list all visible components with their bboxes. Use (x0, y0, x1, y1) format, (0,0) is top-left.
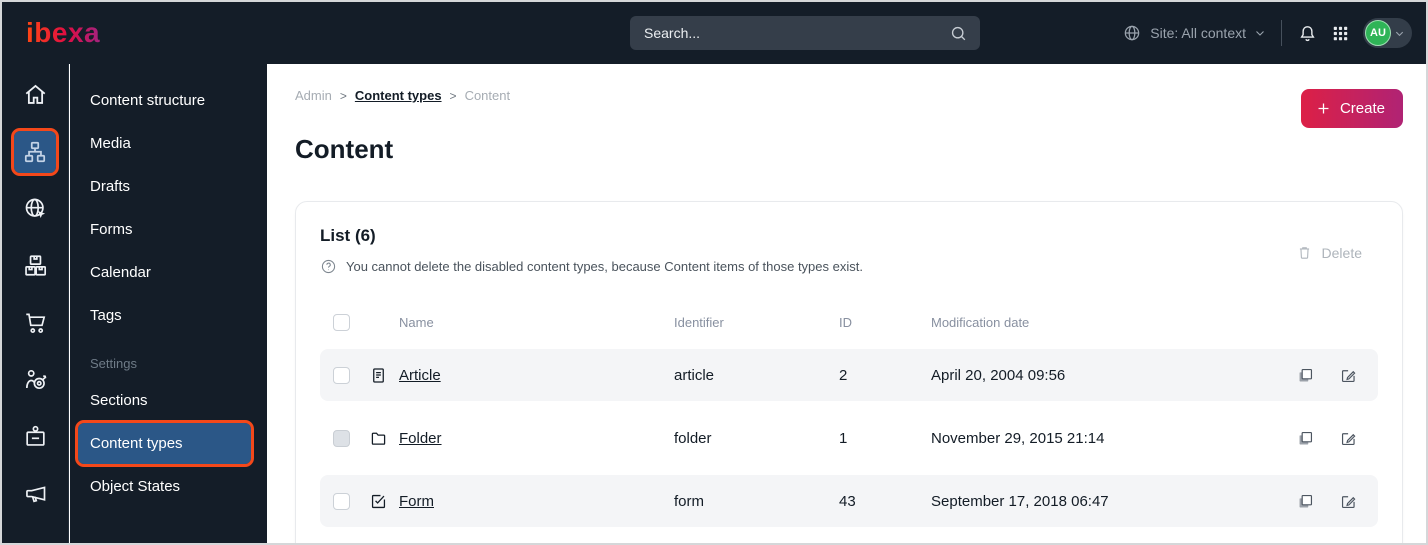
list-panel: List (6) You cannot delete the disabled … (295, 201, 1403, 543)
sidebar-item-calendar[interactable]: Calendar (70, 251, 267, 294)
rail-item-marketing[interactable] (2, 465, 68, 522)
content-type-link[interactable]: Form (399, 493, 434, 510)
topbar-divider (1281, 20, 1282, 46)
header-id: ID (839, 314, 852, 330)
edit-icon[interactable] (1339, 492, 1358, 511)
user-menu[interactable]: AU (1363, 18, 1412, 48)
breadcrumb-content: Content (464, 88, 511, 103)
rail-item-site[interactable] (2, 180, 68, 237)
badge-icon (14, 416, 56, 458)
main-content: Admin > Content types > Content Create C… (267, 64, 1426, 543)
plus-icon (1315, 100, 1332, 117)
table-row: Form form 43 September 17, 2018 06:47 (320, 475, 1378, 527)
question-circle-icon (320, 258, 337, 275)
global-search[interactable] (630, 16, 980, 50)
header-modification-date: Modification date (931, 314, 1030, 330)
sidebar-item-content-types[interactable]: Content types (75, 420, 254, 467)
row-checkbox-disabled (333, 429, 350, 447)
article-icon (369, 366, 399, 385)
copy-icon[interactable] (1296, 429, 1315, 448)
breadcrumb-content-types-link[interactable]: Content types (355, 88, 442, 103)
search-icon[interactable] (949, 24, 968, 43)
sidebar-item-content-structure[interactable]: Content structure (70, 79, 267, 122)
delete-button[interactable]: Delete (1296, 244, 1362, 261)
sidebar-item-forms[interactable]: Forms (70, 208, 267, 251)
cell-identifier: folder (674, 429, 712, 447)
cell-modification-date: September 17, 2018 06:47 (931, 492, 1109, 510)
list-title: List (6) (320, 226, 376, 245)
topbar: ibexa Site: All context AU (2, 2, 1426, 64)
cell-id: 2 (839, 366, 848, 384)
breadcrumb: Admin > Content types > Content (295, 88, 1403, 103)
home-icon (14, 74, 56, 116)
sidebar-item-drafts[interactable]: Drafts (70, 165, 267, 208)
breadcrumb-separator: > (339, 88, 347, 103)
content-types-table: Name Identifier ID Modification date Art… (320, 307, 1378, 527)
info-text: You cannot delete the disabled content t… (346, 259, 863, 274)
rail-item-products[interactable] (2, 237, 68, 294)
personalization-target-icon (14, 359, 56, 401)
sidebar-item-object-states[interactable]: Object States (70, 465, 267, 508)
cart-icon (14, 302, 56, 344)
select-all-checkbox[interactable] (333, 313, 350, 331)
sidebar-section-settings: Settings (90, 355, 137, 371)
info-message: You cannot delete the disabled content t… (320, 258, 1378, 275)
avatar: AU (1365, 20, 1391, 46)
search-input[interactable] (644, 25, 949, 41)
create-button[interactable]: Create (1300, 89, 1403, 128)
icon-rail (2, 64, 69, 543)
breadcrumb-separator: > (449, 88, 457, 103)
table-row: Article article 2 April 20, 2004 09:56 (320, 349, 1378, 401)
header-name: Name (399, 314, 434, 330)
sidebar-item-tags[interactable]: Tags (70, 294, 267, 337)
sidebar-item-media[interactable]: Media (70, 122, 267, 165)
breadcrumb-admin: Admin (295, 88, 332, 103)
sidebar: Content structure Media Drafts Forms Cal… (70, 64, 267, 543)
rail-item-personalization[interactable] (2, 351, 68, 408)
table-header-row: Name Identifier ID Modification date (320, 307, 1378, 337)
topbar-right-controls: Site: All context AU (1122, 2, 1412, 64)
trash-icon (1296, 244, 1313, 261)
cell-identifier: article (674, 366, 715, 384)
site-globe-icon (14, 188, 56, 230)
chevron-down-icon (1254, 27, 1266, 39)
rail-item-admin[interactable] (2, 408, 68, 465)
cell-identifier: form (674, 492, 704, 510)
chevron-down-icon (1394, 28, 1405, 39)
sidebar-item-sections[interactable]: Sections (70, 379, 267, 422)
cell-modification-date: November 29, 2015 21:14 (931, 429, 1105, 447)
cell-id: 43 (839, 492, 856, 510)
copy-icon[interactable] (1296, 366, 1315, 385)
notifications-bell-icon[interactable] (1297, 23, 1318, 44)
content-type-link[interactable]: Article (399, 367, 441, 384)
site-context-selector[interactable]: Site: All context (1122, 23, 1266, 43)
cell-id: 1 (839, 429, 848, 447)
form-icon (369, 492, 399, 511)
rail-item-commerce[interactable] (2, 294, 68, 351)
edit-icon[interactable] (1339, 366, 1358, 385)
site-context-label: Site: All context (1150, 25, 1246, 41)
content-type-link[interactable]: Folder (399, 430, 442, 447)
header-identifier: Identifier (674, 314, 724, 330)
globe-icon (1122, 23, 1142, 43)
product-boxes-icon (14, 245, 56, 287)
cell-modification-date: April 20, 2004 09:56 (931, 366, 1066, 384)
app-grid-icon[interactable] (1331, 24, 1350, 43)
rail-item-dashboard[interactable] (2, 66, 68, 123)
page-title: Content (295, 134, 394, 164)
edit-icon[interactable] (1339, 429, 1358, 448)
row-checkbox[interactable] (333, 492, 350, 510)
megaphone-icon (14, 473, 56, 515)
rail-item-content[interactable] (2, 123, 68, 180)
ibexa-logo: ibexa (26, 17, 101, 48)
folder-icon (369, 429, 399, 448)
sitemap-icon (11, 127, 59, 176)
row-checkbox[interactable] (333, 366, 350, 384)
copy-icon[interactable] (1296, 492, 1315, 511)
table-row: Folder folder 1 November 29, 2015 21:14 (320, 412, 1378, 464)
